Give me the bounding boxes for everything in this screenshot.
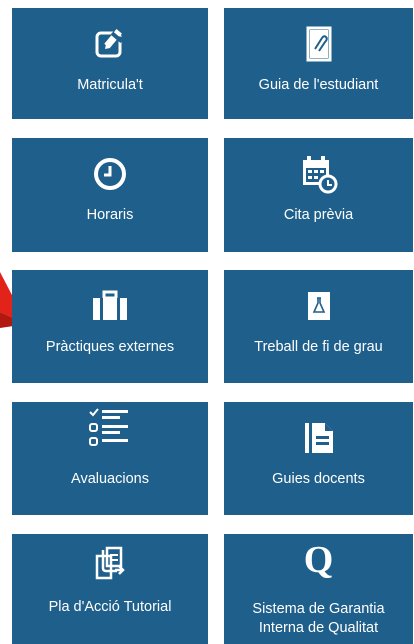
- checklist-icon: [12, 404, 208, 452]
- q-glyph: Q: [303, 539, 334, 581]
- tile-label-line1: Sistema de Garantia: [252, 601, 385, 617]
- flask-icon: [224, 286, 413, 326]
- tile-label: Guies docents: [272, 471, 365, 487]
- tile-label: Sistema de Garantia Interna de Qualitat: [228, 600, 409, 638]
- clipboard-icon: [224, 24, 413, 64]
- copy-icon: [12, 544, 208, 584]
- tile-pla-accio-tutorial[interactable]: Pla d'Acció Tutorial: [12, 534, 208, 644]
- tile-treball-fi-grau[interactable]: Treball de fi de grau: [224, 270, 413, 383]
- tile-cita-previa[interactable]: Cita prèvia: [224, 138, 413, 252]
- tile-label-line2: Interna de Qualitat: [258, 620, 379, 636]
- tile-sistema-garantia-qualitat[interactable]: Q Sistema de Garantia Interna de Qualita…: [224, 534, 413, 644]
- tile-guia-estudiant[interactable]: Guia de l'estudiant: [224, 8, 413, 119]
- tile-label: Horaris: [86, 207, 134, 223]
- tile-practiques-externes[interactable]: Pràctiques externes: [12, 270, 208, 383]
- tile-label: Pla d'Acció Tutorial: [48, 599, 172, 615]
- tile-label: Matricula't: [77, 77, 143, 93]
- tile-label: Guia de l'estudiant: [258, 77, 379, 93]
- student-services-grid: Matricula't Guia de l'estudiant Horaris: [0, 0, 414, 644]
- document-icon: [224, 418, 413, 458]
- edit-icon: [12, 24, 208, 64]
- tile-matriculat[interactable]: Matricula't: [12, 8, 208, 119]
- tile-label: Cita prèvia: [283, 207, 354, 223]
- tile-guies-docents[interactable]: Guies docents: [224, 402, 413, 515]
- q-icon: Q: [224, 540, 413, 580]
- tile-label: Avaluacions: [71, 471, 149, 487]
- calendar-icon: [224, 154, 413, 194]
- tile-label: Pràctiques externes: [45, 339, 175, 355]
- tile-avaluacions[interactable]: Avaluacions: [12, 402, 208, 515]
- briefcase-icon: [12, 286, 208, 326]
- clock-icon: [12, 154, 208, 194]
- tile-label: Treball de fi de grau: [254, 339, 383, 355]
- tile-horaris[interactable]: Horaris: [12, 138, 208, 252]
